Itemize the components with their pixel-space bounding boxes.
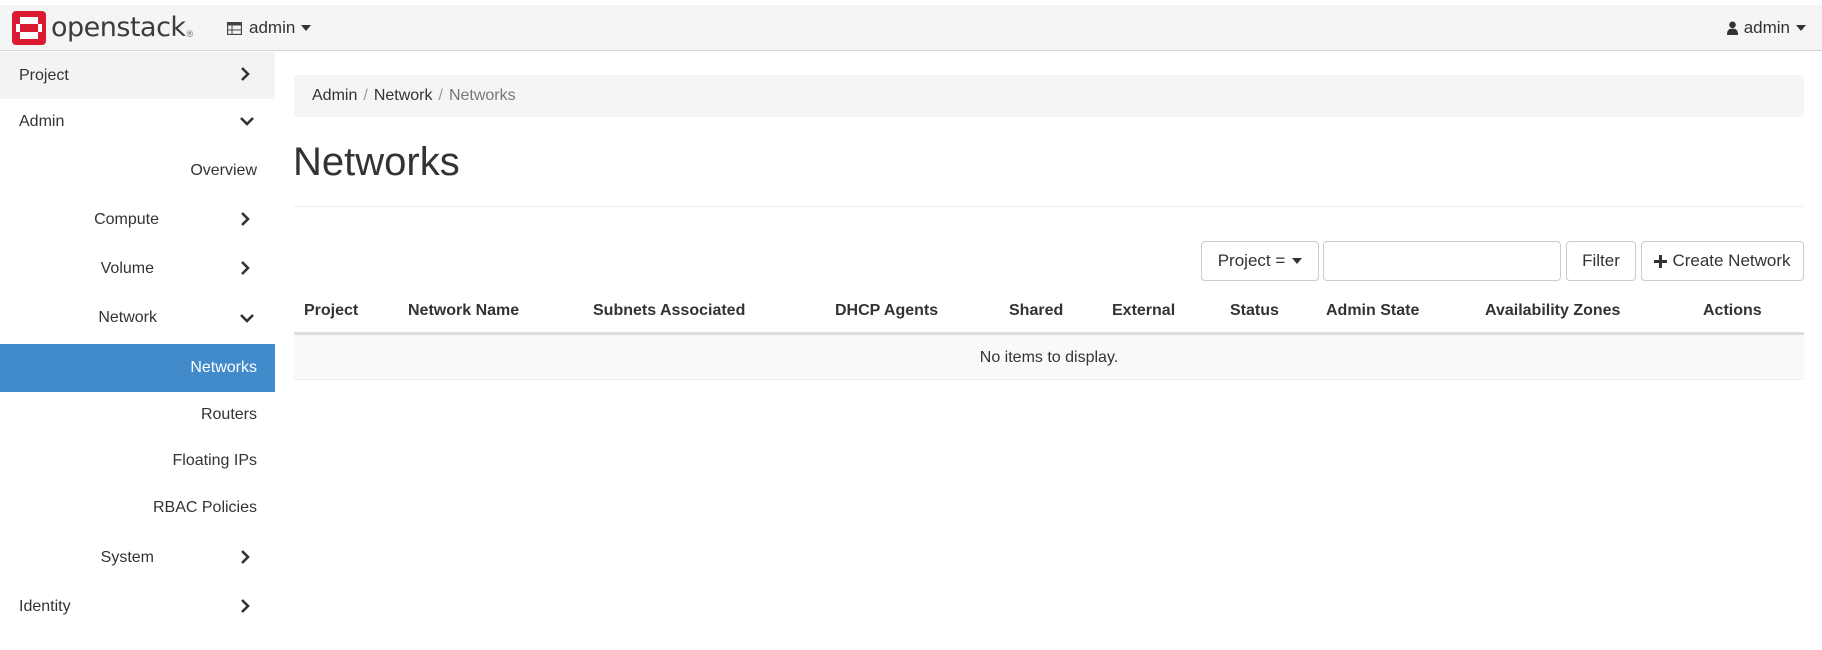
sidebar-item-label: Identity xyxy=(19,598,71,615)
sidebar-item-floating-ips[interactable]: Floating IPs xyxy=(0,440,275,486)
filter-field-label: Project = xyxy=(1217,251,1286,270)
sidebar-item-label: System xyxy=(100,549,154,566)
top-navbar: openstack ® admin admin xyxy=(0,5,1822,51)
breadcrumb-separator: / xyxy=(438,87,443,104)
sidebar-item-identity[interactable]: Identity xyxy=(0,583,275,631)
brand-name: openstack xyxy=(51,12,186,43)
sidebar-item-compute[interactable]: Compute xyxy=(0,196,275,244)
sidebar-item-rbac-policies[interactable]: RBAC Policies xyxy=(0,487,275,533)
chevron-right-icon xyxy=(241,550,250,564)
sidebar-item-system[interactable]: System xyxy=(0,534,275,582)
sidebar-item-label: Networks xyxy=(190,359,257,376)
sidebar-item-label: Volume xyxy=(100,260,154,277)
caret-down-icon xyxy=(301,25,312,31)
create-network-label: Create Network xyxy=(1672,251,1791,270)
column-header-shared[interactable]: Shared xyxy=(1009,302,1063,320)
sidebar-item-label: RBAC Policies xyxy=(152,499,257,516)
breadcrumb-item-admin[interactable]: Admin xyxy=(312,87,357,104)
breadcrumb: Admin / Network / Networks xyxy=(294,75,1804,117)
table-icon xyxy=(227,21,242,35)
chevron-right-icon xyxy=(241,261,250,275)
sidebar-item-label: Routers xyxy=(200,406,257,423)
column-header-subnets-associated[interactable]: Subnets Associated xyxy=(593,302,745,320)
column-header-availability-zones[interactable]: Availability Zones xyxy=(1485,302,1620,320)
caret-down-icon xyxy=(1796,25,1806,31)
create-network-button[interactable]: Create Network xyxy=(1641,241,1804,281)
sidebar-item-label: Floating IPs xyxy=(172,452,257,469)
title-divider xyxy=(294,206,1804,207)
empty-table-message: No items to display. xyxy=(294,335,1804,380)
sidebar-item-label: Compute xyxy=(94,211,159,228)
openstack-logo-icon xyxy=(12,11,46,45)
column-header-external[interactable]: External xyxy=(1112,302,1175,320)
column-header-project[interactable]: Project xyxy=(304,302,358,320)
filter-field-dropdown[interactable]: Project = xyxy=(1201,241,1319,281)
filter-input[interactable] xyxy=(1323,241,1561,281)
chevron-down-icon xyxy=(240,314,254,323)
sidebar: Project Admin Overview Compute Volume Ne… xyxy=(0,52,275,650)
column-header-admin-state[interactable]: Admin State xyxy=(1326,302,1419,320)
chevron-right-icon xyxy=(241,599,250,613)
user-menu[interactable]: admin xyxy=(1726,18,1806,38)
breadcrumb-item-networks: Networks xyxy=(448,87,516,104)
sidebar-item-routers[interactable]: Routers xyxy=(0,393,275,439)
registered-mark: ® xyxy=(186,29,194,39)
column-header-dhcp-agents[interactable]: DHCP Agents xyxy=(835,302,938,320)
breadcrumb-item-network[interactable]: Network xyxy=(374,87,433,104)
caret-down-icon xyxy=(1292,258,1303,264)
brand[interactable]: openstack ® xyxy=(12,10,193,46)
chevron-right-icon xyxy=(241,67,250,81)
user-menu-label: admin xyxy=(1743,18,1790,37)
filter-button[interactable]: Filter xyxy=(1566,241,1636,281)
sidebar-item-volume[interactable]: Volume xyxy=(0,245,275,293)
sidebar-item-network[interactable]: Network xyxy=(0,294,275,342)
chevron-down-icon xyxy=(240,117,254,126)
table-header: Project Network Name Subnets Associated … xyxy=(294,290,1804,335)
user-icon xyxy=(1726,21,1738,35)
sidebar-item-overview[interactable]: Overview xyxy=(0,147,275,195)
sidebar-item-label: Network xyxy=(98,309,157,326)
sidebar-item-label: Admin xyxy=(19,113,65,130)
project-switcher[interactable]: admin xyxy=(227,18,312,38)
project-switcher-label: admin xyxy=(249,18,296,37)
sidebar-item-label: Project xyxy=(19,67,69,84)
chevron-right-icon xyxy=(241,212,250,226)
sidebar-item-label: Overview xyxy=(190,162,257,179)
plus-icon xyxy=(1654,254,1668,268)
page-title: Networks xyxy=(293,140,460,184)
column-header-status[interactable]: Status xyxy=(1230,302,1279,320)
column-header-network-name[interactable]: Network Name xyxy=(408,302,519,320)
sidebar-item-admin[interactable]: Admin xyxy=(0,98,275,146)
sidebar-item-project[interactable]: Project xyxy=(0,52,275,99)
column-header-actions: Actions xyxy=(1703,302,1762,319)
sidebar-item-networks[interactable]: Networks xyxy=(0,344,275,392)
breadcrumb-separator: / xyxy=(363,87,368,104)
